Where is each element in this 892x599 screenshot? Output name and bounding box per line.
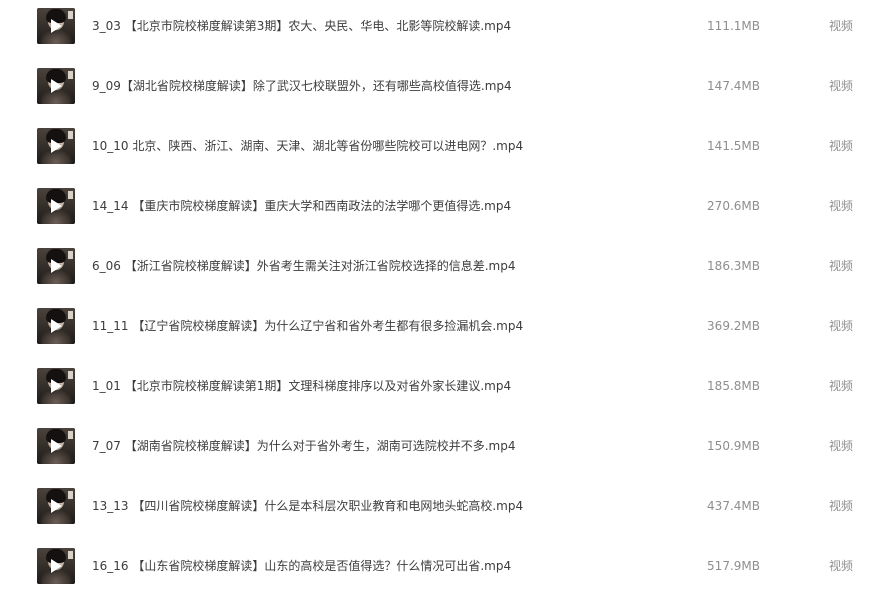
- video-thumbnail-icon[interactable]: [37, 68, 75, 104]
- file-name[interactable]: 9_09【湖北省院校梯度解读】除了武汉七校联盟外，还有哪些高校值得选.mp4: [92, 78, 512, 94]
- file-row[interactable]: 11_11 【辽宁省院校梯度解读】为什么辽宁省和省外考生都有很多捡漏机会.mp4…: [0, 300, 892, 356]
- file-size: 147.4MB: [707, 79, 760, 93]
- file-row[interactable]: 9_09【湖北省院校梯度解读】除了武汉七校联盟外，还有哪些高校值得选.mp4 1…: [0, 60, 892, 116]
- file-name[interactable]: 3_03 【北京市院校梯度解读第3期】农大、央民、华电、北影等院校解读.mp4: [92, 18, 511, 34]
- file-list: 3_03 【北京市院校梯度解读第3期】农大、央民、华电、北影等院校解读.mp4 …: [0, 0, 892, 599]
- file-row[interactable]: 7_07 【湖南省院校梯度解读】为什么对于省外考生，湖南可选院校并不多.mp4 …: [0, 420, 892, 476]
- file-size: 517.9MB: [707, 559, 760, 573]
- file-size: 437.4MB: [707, 499, 760, 513]
- video-thumbnail-icon[interactable]: [37, 428, 75, 464]
- file-row[interactable]: 10_10 北京、陕西、浙江、湖南、天津、湖北等省份哪些院校可以进电网？.mp4…: [0, 120, 892, 176]
- file-row[interactable]: 13_13 【四川省院校梯度解读】什么是本科层次职业教育和电网地头蛇高校.mp4…: [0, 480, 892, 536]
- video-thumbnail-icon[interactable]: [37, 488, 75, 524]
- file-type: 视频: [829, 139, 854, 153]
- file-name[interactable]: 7_07 【湖南省院校梯度解读】为什么对于省外考生，湖南可选院校并不多.mp4: [92, 438, 515, 454]
- play-icon[interactable]: [51, 139, 62, 153]
- file-name[interactable]: 10_10 北京、陕西、浙江、湖南、天津、湖北等省份哪些院校可以进电网？.mp4: [92, 138, 523, 154]
- file-type: 视频: [829, 259, 854, 273]
- play-icon[interactable]: [51, 559, 62, 573]
- file-type: 视频: [829, 19, 854, 33]
- play-icon[interactable]: [51, 19, 62, 33]
- file-name[interactable]: 13_13 【四川省院校梯度解读】什么是本科层次职业教育和电网地头蛇高校.mp4: [92, 498, 523, 514]
- video-thumbnail-icon[interactable]: [37, 248, 75, 284]
- video-thumbnail-icon[interactable]: [37, 188, 75, 224]
- play-icon[interactable]: [51, 499, 62, 513]
- video-thumbnail-icon[interactable]: [37, 548, 75, 584]
- play-icon[interactable]: [51, 259, 62, 273]
- file-row[interactable]: 3_03 【北京市院校梯度解读第3期】农大、央民、华电、北影等院校解读.mp4 …: [0, 0, 892, 56]
- file-row[interactable]: 16_16 【山东省院校梯度解读】山东的高校是否值得选？什么情况可出省.mp4 …: [0, 540, 892, 596]
- file-size: 150.9MB: [707, 439, 760, 453]
- file-size: 270.6MB: [707, 199, 760, 213]
- video-thumbnail-icon[interactable]: [37, 308, 75, 344]
- file-name[interactable]: 6_06 【浙江省院校梯度解读】外省考生需关注对浙江省院校选择的信息差.mp4: [92, 258, 515, 274]
- file-size: 369.2MB: [707, 319, 760, 333]
- file-row[interactable]: 14_14 【重庆市院校梯度解读】重庆大学和西南政法的法学哪个更值得选.mp4 …: [0, 180, 892, 236]
- file-name[interactable]: 16_16 【山东省院校梯度解读】山东的高校是否值得选？什么情况可出省.mp4: [92, 558, 511, 574]
- file-type: 视频: [829, 439, 854, 453]
- file-size: 186.3MB: [707, 259, 760, 273]
- file-size: 111.1MB: [707, 19, 760, 33]
- video-thumbnail-icon[interactable]: [37, 8, 75, 44]
- play-icon[interactable]: [51, 199, 62, 213]
- file-type: 视频: [829, 79, 854, 93]
- file-type: 视频: [829, 499, 854, 513]
- play-icon[interactable]: [51, 439, 62, 453]
- file-row[interactable]: 1_01 【北京市院校梯度解读第1期】文理科梯度排序以及对省外家长建议.mp4 …: [0, 360, 892, 416]
- file-name[interactable]: 11_11 【辽宁省院校梯度解读】为什么辽宁省和省外考生都有很多捡漏机会.mp4: [92, 318, 523, 334]
- file-type: 视频: [829, 559, 854, 573]
- play-icon[interactable]: [51, 79, 62, 93]
- play-icon[interactable]: [51, 379, 62, 393]
- file-name[interactable]: 14_14 【重庆市院校梯度解读】重庆大学和西南政法的法学哪个更值得选.mp4: [92, 198, 511, 214]
- video-thumbnail-icon[interactable]: [37, 368, 75, 404]
- file-size: 185.8MB: [707, 379, 760, 393]
- video-thumbnail-icon[interactable]: [37, 128, 75, 164]
- file-size: 141.5MB: [707, 139, 760, 153]
- play-icon[interactable]: [51, 319, 62, 333]
- file-type: 视频: [829, 199, 854, 213]
- file-row[interactable]: 6_06 【浙江省院校梯度解读】外省考生需关注对浙江省院校选择的信息差.mp4 …: [0, 240, 892, 296]
- file-type: 视频: [829, 319, 854, 333]
- file-type: 视频: [829, 379, 854, 393]
- file-name[interactable]: 1_01 【北京市院校梯度解读第1期】文理科梯度排序以及对省外家长建议.mp4: [92, 378, 511, 394]
